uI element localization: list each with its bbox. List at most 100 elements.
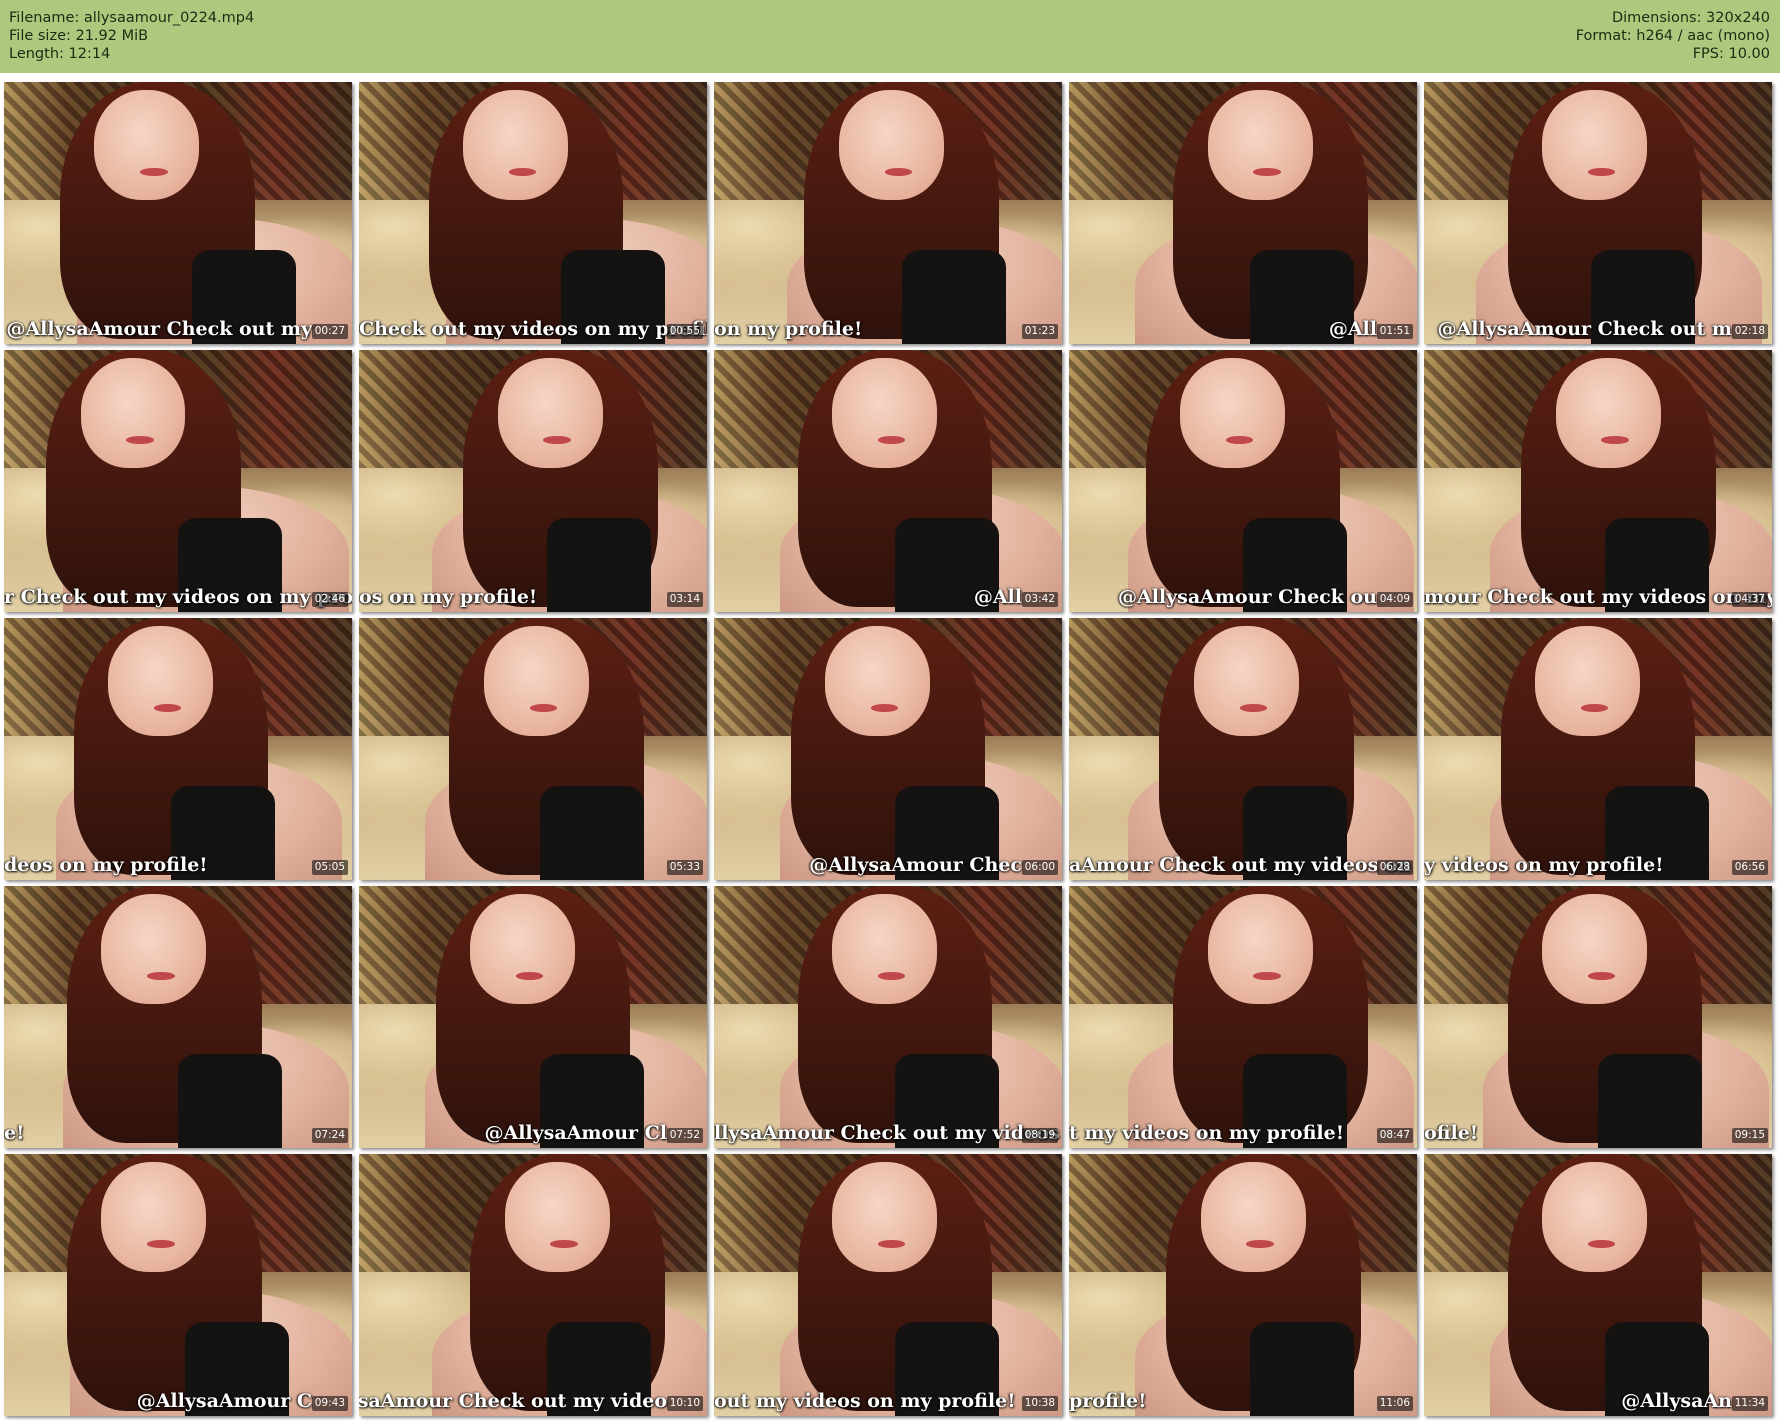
thumbnail-frame: r Check out my videos on my profil 02:46 — [4, 350, 352, 612]
caption-overlay: t my videos on my profile! — [1069, 1122, 1345, 1144]
caption-overlay: @AllysaAmour Check out my — [6, 318, 312, 340]
timestamp-label: 10:38 — [1021, 1396, 1058, 1411]
scene-face — [94, 89, 199, 200]
scene-face — [832, 357, 937, 468]
scene-top — [539, 785, 645, 880]
scene-face — [1208, 89, 1313, 200]
thumbnail-frame: y videos on my profile! 06:56 — [1424, 618, 1772, 880]
dimensions-label: Dimensions: 320x240 — [1611, 10, 1770, 26]
caption-overlay: on my profile! — [714, 318, 863, 340]
timestamp-label: 02:18 — [1731, 324, 1768, 339]
timestamp-label: 08:19 — [1021, 1128, 1058, 1143]
scene-face — [1542, 893, 1647, 1004]
caption-overlay: Check out my videos on my profile! — [359, 318, 707, 340]
scene-top — [901, 249, 1007, 344]
thumbnail-frame: mour Check out my videos on my pr 04:37 — [1424, 350, 1772, 612]
thumbnail-frame: deos on my profile! 05:05 — [4, 618, 352, 880]
thumbnail-frame: aAmour Check out my videos on my 06:28 — [1069, 618, 1417, 880]
thumbnail-frame: 05:33 — [359, 618, 707, 880]
thumbnail-frame: os on my profile! 03:14 — [359, 350, 707, 612]
scene-face — [470, 893, 575, 1004]
scene-face — [1542, 89, 1647, 200]
scene-face — [1535, 625, 1640, 736]
thumbnail-frame: @AllysaAn 11:34 — [1424, 1154, 1772, 1416]
caption-overlay: y videos on my profile! — [1424, 854, 1664, 876]
format-label: Format: h264 / aac (mono) — [1575, 28, 1770, 44]
thumbnail-frame: @AllysaAmour Cl 07:52 — [359, 886, 707, 1148]
timestamp-label: 03:42 — [1021, 592, 1058, 607]
thumbnail-frame: llysaAmour Check out my videos on 08:19 — [714, 886, 1062, 1148]
thumbnail-frame: Check out my videos on my profile! 00:55 — [359, 82, 707, 344]
scene-face — [1208, 893, 1313, 1004]
scene-face — [505, 1161, 610, 1272]
scene-face — [832, 1161, 937, 1272]
caption-overlay: @AllysaAmour Cl — [484, 1122, 667, 1144]
caption-overlay: e! — [4, 1122, 25, 1144]
scene-face — [825, 625, 930, 736]
filename-label: Filename: allysaamour_0224.mp4 — [9, 10, 255, 26]
scene-top — [1598, 1053, 1703, 1148]
info-header: Filename: allysaamour_0224.mp4 File size… — [0, 0, 1780, 73]
thumbnail-frame: out my videos on my profile! 10:38 — [714, 1154, 1062, 1416]
timestamp-label: 05:05 — [311, 860, 348, 875]
scene-face — [1542, 1161, 1647, 1272]
timestamp-label: 09:43 — [311, 1396, 348, 1411]
caption-overlay: ofile! — [1424, 1122, 1479, 1144]
thumbnail-frame: profile! 11:06 — [1069, 1154, 1417, 1416]
thumbnail-frame: on my profile! 01:23 — [714, 82, 1062, 344]
caption-overlay: @All — [1328, 318, 1377, 340]
timestamp-label: 09:15 — [1731, 1128, 1768, 1143]
caption-overlay: @AllysaAn — [1621, 1390, 1732, 1412]
scene-face — [832, 893, 937, 1004]
thumbnail-frame: @AllysaAmour Chec 06:00 — [714, 618, 1062, 880]
scene-face — [463, 89, 568, 200]
file-size-label: File size: 21.92 MiB — [9, 28, 149, 44]
fps-label: FPS: 10.00 — [1692, 46, 1770, 62]
caption-overlay: deos on my profile! — [4, 854, 208, 876]
timestamp-label: 06:56 — [1731, 860, 1768, 875]
timestamp-label: 11:06 — [1376, 1396, 1413, 1411]
thumbnail-frame: @AllysaAmour Check ou 04:09 — [1069, 350, 1417, 612]
thumbnail-frame: @AllysaAmour Check out my 00:27 — [4, 82, 352, 344]
caption-overlay: profile! — [1069, 1390, 1147, 1412]
timestamp-label: 00:55 — [666, 324, 703, 339]
scene-face — [101, 893, 206, 1004]
thumbnail-frame: @AllysaAmour Check out m 02:18 — [1424, 82, 1772, 344]
scene-face — [108, 625, 213, 736]
scene-face — [1201, 1161, 1306, 1272]
thumbnail-frame: t my videos on my profile! 08:47 — [1069, 886, 1417, 1148]
timestamp-label: 01:51 — [1376, 324, 1413, 339]
caption-overlay: aAmour Check out my videos on my — [1069, 854, 1417, 876]
caption-overlay: llysaAmour Check out my videos on — [714, 1122, 1062, 1144]
thumbnail-frame: @AllysaAmour C 09:43 — [4, 1154, 352, 1416]
caption-overlay: @AllysaAmour C — [136, 1390, 312, 1412]
scene-top — [546, 517, 652, 612]
caption-overlay: mour Check out my videos on my pr — [1424, 586, 1772, 608]
caption-overlay: @AllysaAmour Check out my video — [359, 1390, 667, 1412]
timestamp-label: 04:09 — [1376, 592, 1413, 607]
timestamp-label: 06:28 — [1376, 860, 1413, 875]
scene-face — [80, 357, 185, 468]
scene-face — [1194, 625, 1299, 736]
thumbnail-frame: e! 07:24 — [4, 886, 352, 1148]
file-info-right: Dimensions: 320x240 Format: h264 / aac (… — [1576, 9, 1770, 63]
scene-face — [1556, 357, 1661, 468]
thumbnail-frame: @AllysaAmour Check out my video10:10 — [359, 1154, 707, 1416]
timestamp-label: 05:33 — [666, 860, 703, 875]
thumbnail-frame: @All 01:51 — [1069, 82, 1417, 344]
caption-overlay: os on my profile! — [359, 586, 538, 608]
caption-overlay: r Check out my videos on my profil — [4, 586, 352, 608]
scene-face — [1180, 357, 1285, 468]
file-info-left: Filename: allysaamour_0224.mp4 File size… — [9, 9, 254, 63]
length-label: Length: 12:14 — [9, 46, 111, 62]
timestamp-label: 07:24 — [311, 1128, 348, 1143]
thumbnail-frame: ofile! 09:15 — [1424, 886, 1772, 1148]
scene-top — [1249, 1321, 1355, 1416]
caption-overlay: @All — [973, 586, 1022, 608]
timestamp-label: 08:47 — [1376, 1128, 1413, 1143]
timestamp-label: 02:46 — [311, 592, 348, 607]
timestamp-label: 04:37 — [1731, 592, 1768, 607]
caption-overlay: out my videos on my profile! — [714, 1390, 1016, 1412]
timestamp-label: 06:00 — [1021, 860, 1058, 875]
scene-top — [178, 1053, 283, 1148]
